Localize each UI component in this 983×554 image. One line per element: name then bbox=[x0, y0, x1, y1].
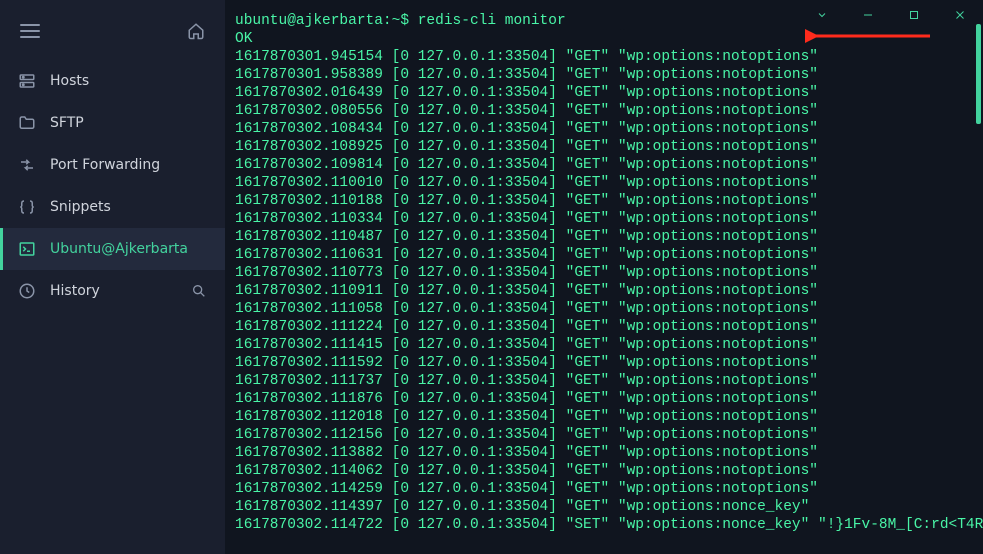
forward-icon bbox=[18, 156, 36, 174]
server-icon bbox=[18, 72, 36, 90]
terminal-log-line: 1617870302.110188 [0 127.0.0.1:33504] "G… bbox=[235, 192, 977, 210]
sidebar-item-history[interactable]: History bbox=[0, 270, 225, 312]
folder-icon bbox=[18, 114, 36, 132]
window-maximize-button[interactable] bbox=[891, 0, 937, 30]
terminal-log-line: 1617870302.111224 [0 127.0.0.1:33504] "G… bbox=[235, 318, 977, 336]
sidebar-item-label: Ubuntu@Ajkerbarta bbox=[50, 241, 188, 257]
sidebar-item-label: Snippets bbox=[50, 199, 111, 215]
sidebar-item-label: Hosts bbox=[50, 73, 89, 89]
terminal-log-output: 1617870301.945154 [0 127.0.0.1:33504] "G… bbox=[235, 48, 977, 534]
scrollbar[interactable] bbox=[976, 24, 981, 124]
sidebar-item-port-forwarding[interactable]: Port Forwarding bbox=[0, 144, 225, 186]
terminal-log-line: 1617870302.108925 [0 127.0.0.1:33504] "G… bbox=[235, 138, 977, 156]
terminal-log-line: 1617870301.958389 [0 127.0.0.1:33504] "G… bbox=[235, 66, 977, 84]
terminal-pane[interactable]: ubuntu@ajkerbarta:~$ redis-cli monitor O… bbox=[225, 0, 983, 554]
titlebar-dropdown-button[interactable] bbox=[799, 0, 845, 30]
terminal-log-line: 1617870302.111415 [0 127.0.0.1:33504] "G… bbox=[235, 336, 977, 354]
sidebar-item-snippets[interactable]: Snippets bbox=[0, 186, 225, 228]
sidebar-item-label: SFTP bbox=[50, 115, 84, 131]
braces-icon bbox=[18, 198, 36, 216]
terminal-log-line: 1617870302.110773 [0 127.0.0.1:33504] "G… bbox=[235, 264, 977, 282]
sidebar-item-label: Port Forwarding bbox=[50, 157, 160, 173]
window-minimize-button[interactable] bbox=[845, 0, 891, 30]
sidebar-item-sftp[interactable]: SFTP bbox=[0, 102, 225, 144]
terminal-log-line: 1617870302.110334 [0 127.0.0.1:33504] "G… bbox=[235, 210, 977, 228]
terminal-log-line: 1617870302.111876 [0 127.0.0.1:33504] "G… bbox=[235, 390, 977, 408]
home-icon[interactable] bbox=[187, 22, 205, 40]
sidebar: Hosts SFTP Port Forwarding Snippets bbox=[0, 0, 225, 554]
terminal-log-line: 1617870302.080556 [0 127.0.0.1:33504] "G… bbox=[235, 102, 977, 120]
terminal-log-line: 1617870302.112018 [0 127.0.0.1:33504] "G… bbox=[235, 408, 977, 426]
window-titlebar bbox=[799, 0, 983, 30]
terminal-log-line: 1617870302.108434 [0 127.0.0.1:33504] "G… bbox=[235, 120, 977, 138]
clock-icon bbox=[18, 282, 36, 300]
terminal-log-line: 1617870301.945154 [0 127.0.0.1:33504] "G… bbox=[235, 48, 977, 66]
terminal-log-line: 1617870302.111058 [0 127.0.0.1:33504] "G… bbox=[235, 300, 977, 318]
terminal-log-line: 1617870302.110010 [0 127.0.0.1:33504] "G… bbox=[235, 174, 977, 192]
terminal-log-line: 1617870302.110911 [0 127.0.0.1:33504] "G… bbox=[235, 282, 977, 300]
terminal-log-line: 1617870302.114259 [0 127.0.0.1:33504] "G… bbox=[235, 480, 977, 498]
window-close-button[interactable] bbox=[937, 0, 983, 30]
terminal-log-line: 1617870302.016439 [0 127.0.0.1:33504] "G… bbox=[235, 84, 977, 102]
search-icon[interactable] bbox=[191, 283, 207, 299]
sidebar-item-label: History bbox=[50, 283, 100, 299]
terminal-log-line: 1617870302.110487 [0 127.0.0.1:33504] "G… bbox=[235, 228, 977, 246]
terminal-log-line: 1617870302.109814 [0 127.0.0.1:33504] "G… bbox=[235, 156, 977, 174]
sidebar-item-session[interactable]: Ubuntu@Ajkerbarta bbox=[0, 228, 225, 270]
terminal-log-line: 1617870302.111737 [0 127.0.0.1:33504] "G… bbox=[235, 372, 977, 390]
terminal-log-line: 1617870302.111592 [0 127.0.0.1:33504] "G… bbox=[235, 354, 977, 372]
terminal-log-line: 1617870302.114397 [0 127.0.0.1:33504] "G… bbox=[235, 498, 977, 516]
terminal-log-line: 1617870302.114722 [0 127.0.0.1:33504] "S… bbox=[235, 516, 977, 534]
terminal-response-line: OK bbox=[235, 30, 977, 48]
terminal-log-line: 1617870302.113882 [0 127.0.0.1:33504] "G… bbox=[235, 444, 977, 462]
terminal-log-line: 1617870302.112156 [0 127.0.0.1:33504] "G… bbox=[235, 426, 977, 444]
terminal-icon bbox=[18, 240, 36, 258]
menu-toggle-button[interactable] bbox=[20, 24, 40, 38]
sidebar-item-hosts[interactable]: Hosts bbox=[0, 60, 225, 102]
sidebar-nav: Hosts SFTP Port Forwarding Snippets bbox=[0, 60, 225, 312]
terminal-log-line: 1617870302.110631 [0 127.0.0.1:33504] "G… bbox=[235, 246, 977, 264]
terminal-log-line: 1617870302.114062 [0 127.0.0.1:33504] "G… bbox=[235, 462, 977, 480]
